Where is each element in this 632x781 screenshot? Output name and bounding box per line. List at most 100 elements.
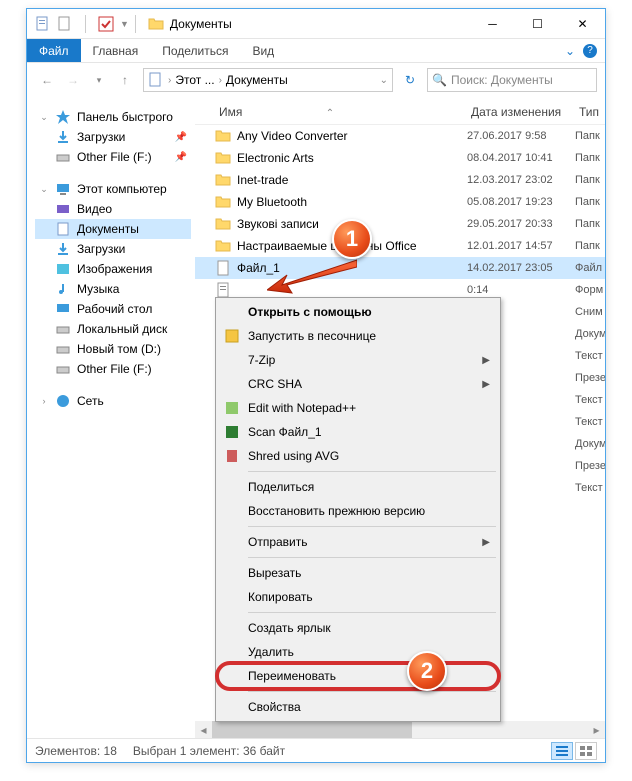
file-type: Сним xyxy=(575,306,605,318)
context-item[interactable]: Создать ярлык xyxy=(218,616,498,640)
file-row[interactable]: Настраиваемые шаблоны Office12.01.2017 1… xyxy=(195,235,605,257)
file-date: 12.03.2017 23:02 xyxy=(467,174,575,186)
context-item[interactable]: Переименовать xyxy=(218,664,498,688)
context-label: CRC SHA xyxy=(248,377,302,391)
context-item[interactable]: 7-Zip▶ xyxy=(218,348,498,372)
tab-home[interactable]: Главная xyxy=(81,39,151,62)
context-label: Копировать xyxy=(248,590,313,604)
titlebar: ▼ Документы ─ ☐ ✕ xyxy=(27,9,605,39)
minimize-button[interactable]: ─ xyxy=(470,10,515,38)
file-type: Докум xyxy=(575,438,605,450)
horizontal-scrollbar[interactable]: ◂ ▸ xyxy=(195,721,605,738)
file-type: Папк xyxy=(575,130,605,142)
file-type: Презе xyxy=(575,372,605,384)
nav-quick-item[interactable]: Other File (F:)📌 xyxy=(35,147,191,167)
context-item[interactable]: Shred using AVG xyxy=(218,444,498,468)
tab-share[interactable]: Поделиться xyxy=(150,39,240,62)
context-label: Свойства xyxy=(248,700,301,714)
nav-network[interactable]: ›Сеть xyxy=(35,391,191,411)
forward-button[interactable]: → xyxy=(61,68,85,92)
context-item[interactable]: Удалить xyxy=(218,640,498,664)
nav-pc-item[interactable]: Новый том (D:) xyxy=(35,339,191,359)
nav-pc-item[interactable]: Музыка xyxy=(35,279,191,299)
col-date[interactable]: Дата изменения xyxy=(467,105,575,119)
context-item[interactable]: Поделиться xyxy=(218,475,498,499)
window-title: Документы xyxy=(170,17,232,31)
context-label: Восстановить прежнюю версию xyxy=(248,504,425,518)
file-name: Electronic Arts xyxy=(237,151,467,165)
file-date: 27.06.2017 9:58 xyxy=(467,130,575,142)
search-placeholder: Поиск: Документы xyxy=(451,73,553,87)
checkbox-icon[interactable] xyxy=(98,16,114,32)
folder-icon xyxy=(148,16,164,32)
file-date: 29.05.2017 20:33 xyxy=(467,218,575,230)
scroll-left-icon[interactable]: ◂ xyxy=(195,721,212,738)
context-item[interactable]: Запустить в песочнице xyxy=(218,324,498,348)
nav-this-pc[interactable]: ⌄Этот компьютер xyxy=(35,179,191,199)
file-type: Текст xyxy=(575,350,605,362)
qat-dropdown-icon[interactable]: ▼ xyxy=(120,19,129,29)
new-folder-icon[interactable] xyxy=(57,16,73,32)
context-item[interactable]: CRC SHA▶ xyxy=(218,372,498,396)
nav-pc-item[interactable]: Загрузки xyxy=(35,239,191,259)
address-box[interactable]: › Этот ... › Документы ⌄ xyxy=(143,68,393,92)
file-row[interactable]: Any Video Converter27.06.2017 9:58Папк xyxy=(195,125,605,147)
crumb-documents[interactable]: Документы xyxy=(226,73,288,87)
context-item[interactable]: Восстановить прежнюю версию xyxy=(218,499,498,523)
maximize-button[interactable]: ☐ xyxy=(515,10,560,38)
col-name[interactable]: Имя ⌃ xyxy=(215,105,467,119)
nav-quick-item[interactable]: Загрузки📌 xyxy=(35,127,191,147)
address-dropdown-icon[interactable]: ⌄ xyxy=(380,75,388,86)
nav-pc-item[interactable]: Рабочий стол xyxy=(35,299,191,319)
context-separator xyxy=(248,612,496,613)
tab-view[interactable]: Вид xyxy=(240,39,286,62)
context-label: Создать ярлык xyxy=(248,621,331,635)
up-button[interactable]: ↑ xyxy=(113,68,137,92)
back-button[interactable]: ← xyxy=(35,68,59,92)
refresh-button[interactable]: ↻ xyxy=(399,69,421,91)
file-row[interactable]: Звукові записи29.05.2017 20:33Папк xyxy=(195,213,605,235)
tab-file[interactable]: Файл xyxy=(27,39,81,62)
help-icon[interactable]: ? xyxy=(583,44,597,58)
col-type[interactable]: Тип xyxy=(575,105,605,119)
context-item[interactable]: Копировать xyxy=(218,585,498,609)
file-row[interactable]: Electronic Arts08.04.2017 10:41Папк xyxy=(195,147,605,169)
nav-pc-item[interactable]: Локальный диск xyxy=(35,319,191,339)
nav-pc-item[interactable]: Other File (F:) xyxy=(35,359,191,379)
history-dropdown[interactable]: ▾ xyxy=(87,68,111,92)
scroll-right-icon[interactable]: ▸ xyxy=(588,721,605,738)
file-date: 08.04.2017 10:41 xyxy=(467,152,575,164)
file-type: Папк xyxy=(575,240,605,252)
nav-pane: ⌄Панель быстрого Загрузки📌Other File (F:… xyxy=(27,99,195,738)
file-type: Папк xyxy=(575,174,605,186)
doc-folder-icon xyxy=(148,72,164,88)
nav-pc-item[interactable]: Документы xyxy=(35,219,191,239)
file-name: Inet-trade xyxy=(237,173,467,187)
context-label: Вырезать xyxy=(248,566,301,580)
view-icons-button[interactable] xyxy=(575,742,597,760)
search-input[interactable]: 🔍 Поиск: Документы xyxy=(427,68,597,92)
properties-icon[interactable] xyxy=(35,16,51,32)
nav-pc-item[interactable]: Видео xyxy=(35,199,191,219)
context-label: Shred using AVG xyxy=(248,449,339,463)
context-item[interactable]: Edit with Notepad++ xyxy=(218,396,498,420)
file-row[interactable]: My Bluetooth05.08.2017 19:23Папк xyxy=(195,191,605,213)
file-row[interactable]: Файл_114.02.2017 23:05Файл xyxy=(195,257,605,279)
close-button[interactable]: ✕ xyxy=(560,10,605,38)
file-row[interactable]: Inet-trade12.03.2017 23:02Папк xyxy=(195,169,605,191)
nav-pc-item[interactable]: Изображения xyxy=(35,259,191,279)
crumb-thispc[interactable]: Этот ... xyxy=(175,73,214,87)
context-separator xyxy=(248,471,496,472)
address-bar: ← → ▾ ↑ › Этот ... › Документы ⌄ ↻ 🔍 Пои… xyxy=(27,63,605,97)
scroll-thumb[interactable] xyxy=(212,721,412,738)
nav-quick-access[interactable]: ⌄Панель быстрого xyxy=(35,107,191,127)
annotation-badge-2: 2 xyxy=(407,651,447,691)
context-item[interactable]: Свойства xyxy=(218,695,498,719)
context-item[interactable]: Открыть с помощью xyxy=(218,300,498,324)
submenu-icon: ▶ xyxy=(482,537,490,548)
context-item[interactable]: Отправить▶ xyxy=(218,530,498,554)
context-item[interactable]: Scan Файл_1 xyxy=(218,420,498,444)
context-item[interactable]: Вырезать xyxy=(218,561,498,585)
view-details-button[interactable] xyxy=(551,742,573,760)
ribbon-expand-icon[interactable]: ⌄ xyxy=(565,44,575,58)
